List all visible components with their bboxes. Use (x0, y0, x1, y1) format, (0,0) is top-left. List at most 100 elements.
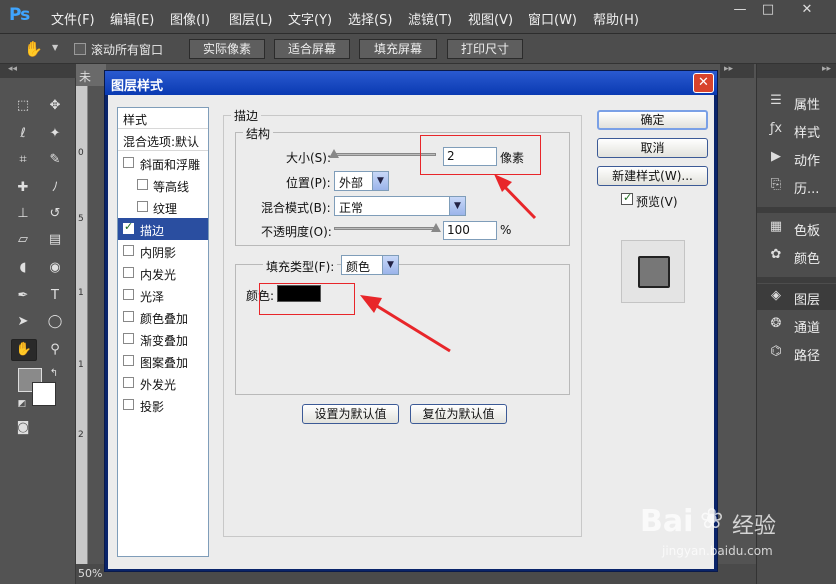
magic-wand-icon[interactable]: ✦ (45, 124, 65, 144)
close-icon[interactable]: ✕ (693, 73, 714, 93)
style-checkbox[interactable] (123, 399, 134, 410)
style-checkbox[interactable] (123, 289, 134, 300)
menu-type[interactable]: 文字(Y) (288, 9, 332, 28)
minimize-icon[interactable]: — (728, 0, 752, 20)
actual-pixels-button[interactable]: 实际像素 (189, 39, 265, 59)
history-brush-icon[interactable]: ↺ (45, 204, 65, 224)
close-window-icon[interactable]: ✕ (795, 0, 819, 20)
set-default-button[interactable]: 设置为默认值 (302, 404, 399, 424)
panel-properties[interactable]: ☰ 属性 (757, 89, 836, 115)
maximize-icon[interactable]: □ (756, 0, 780, 20)
style-checkbox[interactable] (123, 157, 134, 168)
zoom-level[interactable]: 50% (78, 567, 102, 580)
style-checkbox[interactable] (137, 201, 148, 212)
hand-icon[interactable]: ✋ (11, 339, 37, 361)
style-checkbox[interactable] (123, 267, 134, 278)
brush-icon[interactable]: ﾉ (45, 178, 65, 198)
menu-layer[interactable]: 图层(L) (229, 9, 272, 28)
type-icon[interactable]: T (45, 286, 65, 306)
blur-icon[interactable]: ◖ (13, 258, 33, 278)
eraser-icon[interactable]: ▱ (13, 230, 33, 250)
fit-screen-button[interactable]: 适合屏幕 (274, 39, 350, 59)
print-size-button[interactable]: 打印尺寸 (447, 39, 523, 59)
photoshop-logo: Ps (9, 5, 30, 25)
reset-default-button[interactable]: 复位为默认值 (410, 404, 507, 424)
default-colors-icon[interactable]: ◩ (12, 394, 32, 414)
panel-color[interactable]: ✿ 颜色 (757, 243, 836, 269)
lasso-icon[interactable]: ℓ (13, 124, 33, 144)
quick-mask-icon[interactable]: ◙ (13, 418, 33, 438)
healing-icon[interactable]: ✚ (13, 178, 33, 198)
style-checkbox[interactable]: ✓ (123, 220, 134, 234)
panel-swatches[interactable]: ▦ 色板 (757, 215, 836, 241)
style-checkbox[interactable] (123, 355, 134, 366)
new-style-button[interactable]: 新建样式(W)... (597, 166, 708, 186)
swap-colors-icon[interactable]: ↰ (44, 364, 64, 384)
style-checkbox[interactable] (123, 245, 134, 256)
cancel-button[interactable]: 取消 (597, 138, 708, 158)
dialog-titlebar[interactable]: 图层样式 ✕ (105, 71, 717, 95)
scroll-all-checkbox[interactable] (74, 43, 86, 55)
style-item-drop-shadow[interactable]: 投影 (118, 394, 208, 416)
gradient-icon[interactable]: ▤ (45, 230, 65, 250)
stamp-icon[interactable]: ⊥ (13, 204, 33, 224)
style-item-texture[interactable]: 纹理 (118, 196, 208, 218)
options-bar: ✋ ▼ 滚动所有窗口 实际像素 适合屏幕 填充屏幕 打印尺寸 (0, 34, 836, 64)
panel-collapse-icon[interactable]: ▸▸ (757, 64, 836, 78)
ellipse-icon[interactable]: ◯ (45, 312, 65, 332)
style-item-inner-shadow[interactable]: 内阴影 (118, 240, 208, 262)
style-item-gradient-overlay[interactable]: 渐变叠加 (118, 328, 208, 350)
panel-history[interactable]: ⎘ 历... (757, 173, 836, 199)
style-item-color-overlay[interactable]: 颜色叠加 (118, 306, 208, 328)
menu-select[interactable]: 选择(S) (348, 9, 392, 28)
style-item-outer-glow[interactable]: 外发光 (118, 372, 208, 394)
style-item-contour[interactable]: 等高线 (118, 174, 208, 196)
document-tab[interactable]: 未 (76, 64, 106, 86)
menu-image[interactable]: 图像(I) (170, 9, 210, 28)
menu-view[interactable]: 视图(V) (468, 9, 513, 28)
style-item-bevel[interactable]: 斜面和浮雕 (118, 152, 208, 174)
hand-tool-icon[interactable]: ✋ (24, 40, 44, 58)
style-item-satin[interactable]: 光泽 (118, 284, 208, 306)
opacity-slider-thumb[interactable] (431, 223, 441, 232)
fill-screen-button[interactable]: 填充屏幕 (359, 39, 437, 59)
collapse-icon[interactable]: ▸▸ (720, 64, 754, 78)
menu-file[interactable]: 文件(F) (51, 9, 95, 28)
style-item-stroke[interactable]: ✓ 描边 (118, 218, 208, 240)
path-select-icon[interactable]: ➤ (13, 312, 33, 332)
position-select[interactable]: 外部 ▼ (334, 171, 389, 191)
size-slider-thumb[interactable] (329, 149, 339, 158)
panel-layers[interactable]: ◈ 图层 (757, 284, 836, 310)
menu-help[interactable]: 帮助(H) (593, 9, 639, 28)
menu-filter[interactable]: 滤镜(T) (408, 9, 452, 28)
panel-channels[interactable]: ❂ 通道 (757, 312, 836, 338)
blend-mode-select[interactable]: 正常 ▼ (334, 196, 466, 216)
menu-edit[interactable]: 编辑(E) (110, 9, 154, 28)
pen-icon[interactable]: ✒ (13, 286, 33, 306)
style-item-pattern-overlay[interactable]: 图案叠加 (118, 350, 208, 372)
move-icon[interactable]: ✥ (45, 96, 65, 116)
menu-window[interactable]: 窗口(W) (528, 9, 577, 28)
style-checkbox[interactable] (137, 179, 148, 190)
fill-type-select[interactable]: 颜色 ▼ (341, 255, 399, 275)
chevron-down-icon[interactable]: ▼ (52, 43, 58, 52)
ok-button[interactable]: 确定 (597, 110, 708, 130)
eyedropper-icon[interactable]: ✎ (45, 150, 65, 170)
style-checkbox[interactable] (123, 311, 134, 322)
blending-options-item[interactable]: 混合选项:默认 (118, 130, 208, 151)
panel-paths[interactable]: ⌬ 路径 (757, 340, 836, 366)
styles-header[interactable]: 样式 (118, 108, 208, 129)
panel-actions[interactable]: ▶ 动作 (757, 145, 836, 171)
crop-icon[interactable]: ⌗ (13, 150, 33, 170)
ruler-mark: 1 (78, 288, 84, 298)
dodge-icon[interactable]: ◉ (45, 258, 65, 278)
opacity-slider[interactable] (334, 227, 436, 230)
style-checkbox[interactable] (123, 377, 134, 388)
zoom-icon[interactable]: ⚲ (45, 340, 65, 360)
style-item-inner-glow[interactable]: 内发光 (118, 262, 208, 284)
panel-styles[interactable]: ƒx 样式 (757, 117, 836, 143)
preview-checkbox[interactable]: ✓ (621, 191, 633, 205)
marquee-icon[interactable]: ⬚ (13, 96, 33, 116)
background-color-swatch[interactable] (32, 382, 56, 406)
style-checkbox[interactable] (123, 333, 134, 344)
